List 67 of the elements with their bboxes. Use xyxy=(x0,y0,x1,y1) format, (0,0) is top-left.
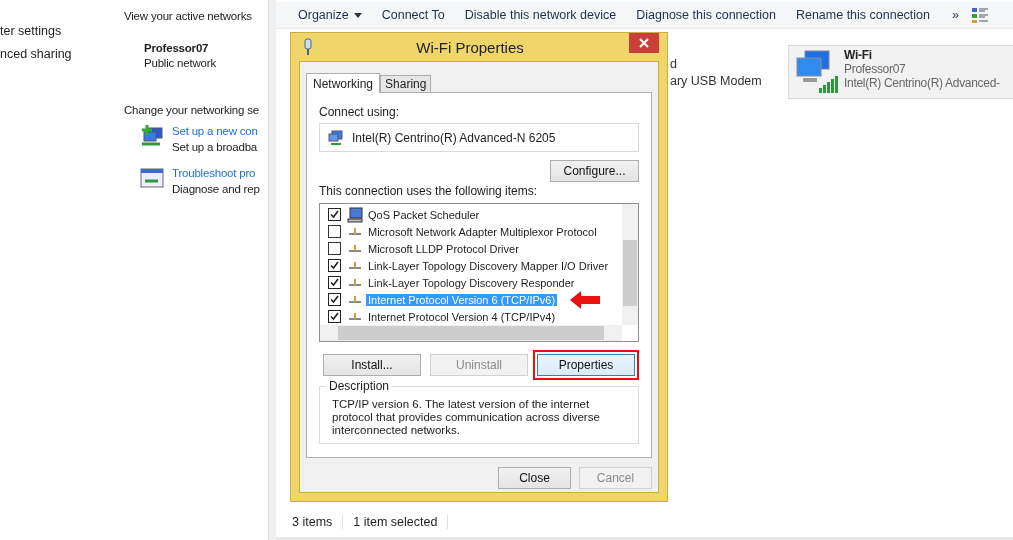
protocol-icon xyxy=(349,245,361,252)
status-text: 3 items xyxy=(292,515,344,529)
field-label: Connect using: xyxy=(319,105,401,119)
sidebar-link[interactable]: ter settings xyxy=(0,24,124,38)
view-options-icon[interactable] xyxy=(970,6,989,24)
list-item[interactable]: QoS Packet Scheduler xyxy=(366,208,482,221)
computer-icon xyxy=(347,206,363,223)
configure-button[interactable]: Configure... xyxy=(550,160,639,182)
dialog-button[interactable]: Close xyxy=(498,467,571,489)
adapter-network: Professor07 xyxy=(844,62,907,76)
network-name: Professor07 xyxy=(144,42,210,54)
list-item[interactable]: Link-Layer Topology Discovery Mapper I/O Driver xyxy=(366,259,611,272)
scrollbar[interactable] xyxy=(320,325,622,341)
task-description: Diagnose and rep xyxy=(172,183,260,195)
adapter-device: Intel(R) Centrino(R) Advanced- xyxy=(844,76,1000,90)
protocol-icon xyxy=(349,296,361,303)
toolbar-button[interactable]: Diagnose this connection xyxy=(626,8,786,22)
toolbar-button[interactable]: Organize xyxy=(288,8,372,22)
list-label: This connection uses the following items: xyxy=(319,184,539,198)
checkbox[interactable] xyxy=(328,225,341,238)
toolbar-button[interactable]: Disable this network device xyxy=(454,8,627,22)
toolbar-button[interactable]: Rename this connection xyxy=(785,8,940,22)
adapter-tile[interactable]: Wi-Fi Professor07 Intel(R) Centrino(R) Advanced- xyxy=(788,45,1013,99)
network-device-icon xyxy=(328,129,344,146)
task-description: Set up a broadba xyxy=(172,141,258,153)
caret-icon xyxy=(353,12,362,18)
checkbox[interactable] xyxy=(328,208,341,221)
checkbox[interactable] xyxy=(328,293,341,306)
close-icon xyxy=(639,38,649,48)
more-button[interactable]: » xyxy=(940,8,969,22)
network-setup-icon xyxy=(140,125,164,147)
list-action-button[interactable]: Install... xyxy=(323,354,421,376)
scrollbar[interactable] xyxy=(622,204,638,325)
list-action-button[interactable]: Properties xyxy=(537,354,635,376)
close-button[interactable] xyxy=(629,33,659,53)
section-heading: Change your networking se xyxy=(124,104,260,116)
protocol-icon xyxy=(349,279,361,286)
device-name: Intel(R) Centrino(R) Advanced-N 6205 xyxy=(352,130,556,145)
sidebar-link[interactable]: nced sharing xyxy=(0,47,124,61)
window-title: Wi-Fi Properties xyxy=(415,38,525,56)
list-item[interactable]: Internet Protocol Version 4 (TCP/IPv4) xyxy=(366,310,558,323)
status-text: 1 item selected xyxy=(353,515,449,529)
protocol-icon xyxy=(349,313,361,320)
checkbox[interactable] xyxy=(328,276,341,289)
list-item[interactable]: Microsoft Network Adapter Multiplexor Protocol xyxy=(366,225,599,238)
toolbar-button[interactable]: Connect To xyxy=(371,8,455,22)
group-title: Description xyxy=(326,379,393,393)
protocol-icon xyxy=(349,262,361,269)
section-heading: View your active networks xyxy=(124,10,253,22)
tab[interactable]: Sharing xyxy=(380,75,432,92)
network-adapter-icon xyxy=(303,38,313,56)
troubleshoot-window-icon xyxy=(140,167,164,189)
checkbox[interactable] xyxy=(328,310,341,323)
protocol-icon xyxy=(349,228,361,235)
computers-signal-icon xyxy=(793,48,839,94)
adapter-text: ary USB Modem xyxy=(670,74,763,88)
checkbox[interactable] xyxy=(328,242,341,255)
adapter-name: Wi-Fi xyxy=(844,48,873,62)
adapter-text: d xyxy=(670,57,678,71)
list-item[interactable]: Link-Layer Topology Discovery Responder xyxy=(366,276,577,289)
description-text: TCP/IP version 6. The latest version of the internet protocol that provides communication across diverse interconnected networks. xyxy=(332,398,601,437)
list-item[interactable]: Microsoft LLDP Protocol Driver xyxy=(366,242,521,255)
task-link[interactable]: Troubleshoot pro xyxy=(172,167,260,179)
checkbox[interactable] xyxy=(328,259,341,272)
tab[interactable]: Networking xyxy=(306,73,381,93)
network-type: Public network xyxy=(144,57,217,69)
task-link[interactable]: Set up a new con xyxy=(172,125,258,137)
